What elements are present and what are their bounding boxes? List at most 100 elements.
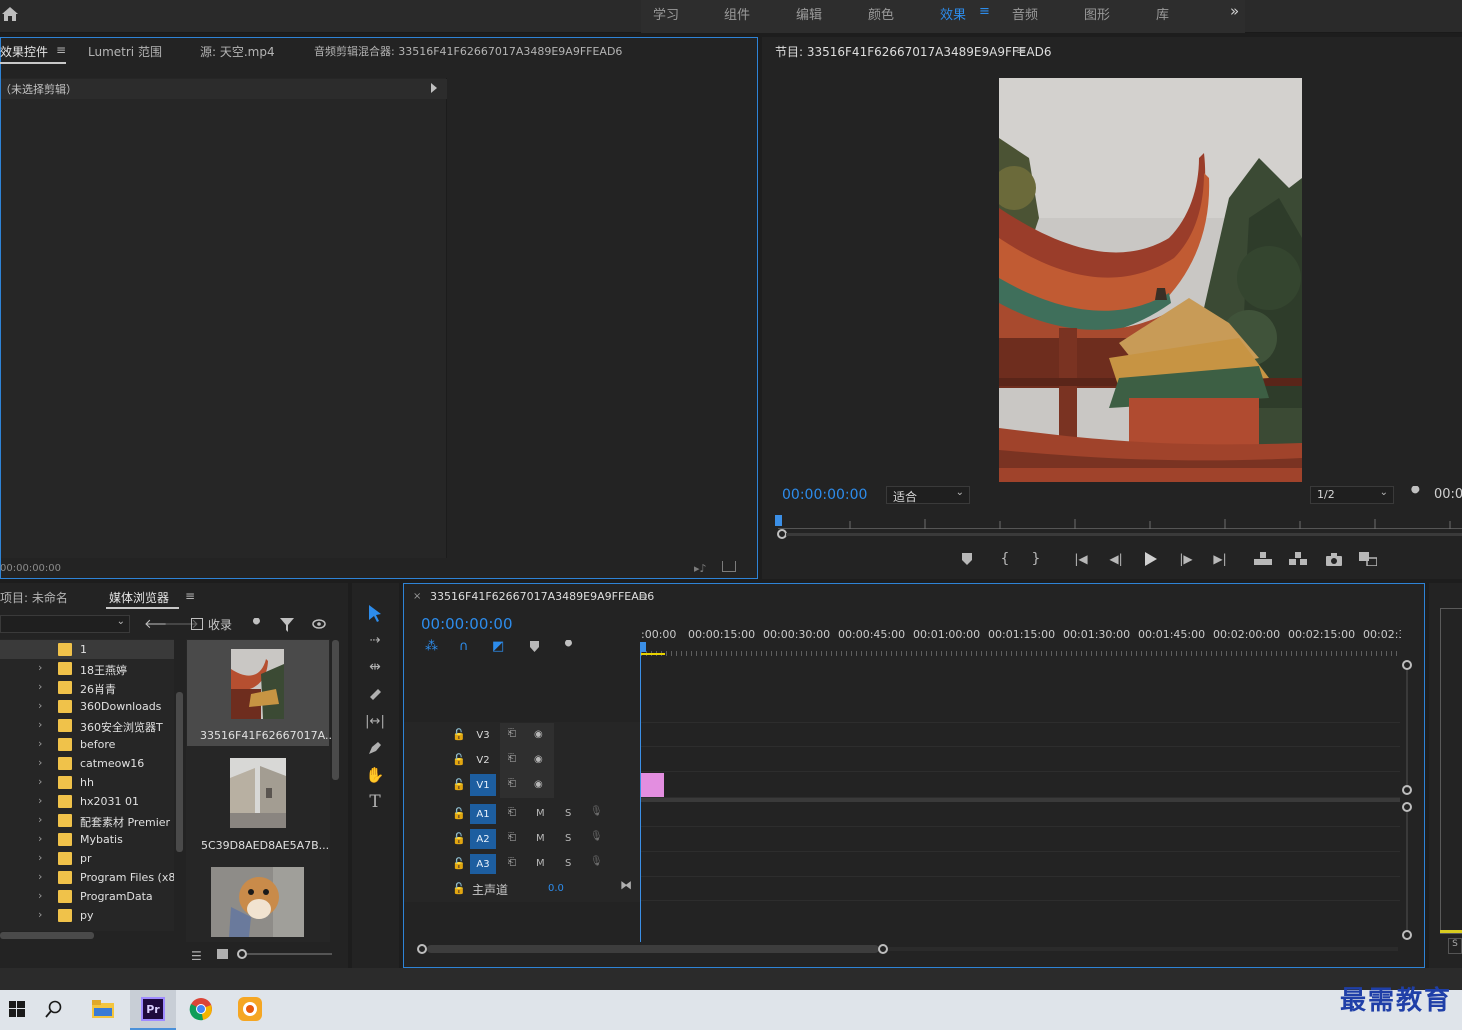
chevron-right-icon[interactable]: › [38, 737, 42, 750]
track-a3[interactable]: A3 [470, 854, 496, 874]
step-forward-icon[interactable]: |▶ [1177, 550, 1195, 568]
chevron-right-icon[interactable]: › [38, 813, 42, 826]
timeline-vscroll-audio-handle[interactable] [1402, 802, 1412, 812]
timeline-vscroll-top-handle[interactable] [1402, 660, 1412, 670]
go-to-in-icon[interactable]: |◀ [1072, 550, 1090, 568]
chevron-right-icon[interactable]: › [38, 870, 42, 883]
fit-select[interactable]: 适合 ⌄ [886, 486, 970, 504]
more-workspaces-icon[interactable]: » [1230, 2, 1239, 20]
tab-lumetri-scopes[interactable]: Lumetri 范围 [88, 43, 162, 60]
track-a1[interactable]: A1 [470, 804, 496, 824]
folder-row[interactable]: › pr [0, 849, 174, 868]
timeline-vscroll-track[interactable] [1406, 670, 1408, 788]
folder-row[interactable]: › 18王燕婷 [0, 659, 174, 678]
chevron-right-icon[interactable]: › [38, 908, 42, 921]
mute-button[interactable]: M [536, 858, 545, 869]
eye-icon[interactable]: ◉ [534, 729, 543, 740]
chevron-right-icon[interactable]: › [38, 832, 42, 845]
mute-button[interactable]: M [536, 808, 545, 819]
folder-row[interactable]: › 配套素材 Premier [0, 811, 174, 830]
mark-in-icon[interactable]: { [996, 550, 1014, 568]
zoom-slider-handle[interactable] [237, 949, 247, 959]
timeline-ruler-ticks[interactable] [641, 644, 1401, 656]
timeline-menu-icon[interactable]: ≡ [638, 590, 648, 604]
timeline-settings-icon[interactable] [562, 640, 576, 654]
tab-effect-controls[interactable]: 效果控件 [0, 43, 48, 60]
lift-icon[interactable] [1254, 550, 1272, 568]
camera-icon[interactable] [1325, 550, 1343, 568]
audio-lane-a1[interactable] [641, 802, 1400, 827]
tab-audio-clip-mixer[interactable]: 音频剪辑混合器: 33516F41F62667017A3489E9A9FFEAD… [314, 43, 622, 59]
tab-color[interactable]: 颜色 [868, 4, 894, 23]
track-a2[interactable]: A2 [470, 829, 496, 849]
path-dropdown[interactable]: ⌄ [0, 615, 130, 633]
file-explorer-icon[interactable] [86, 992, 120, 1026]
add-marker-icon[interactable] [958, 550, 976, 568]
thumbnail-item[interactable]: 5C39D8AED8AE5A7B... [187, 750, 329, 856]
chevron-right-icon[interactable]: › [38, 699, 42, 712]
folder-row[interactable]: › hh [0, 773, 174, 792]
mark-out-icon[interactable]: } [1027, 550, 1045, 568]
browser-app-icon[interactable] [233, 992, 267, 1026]
track-select-tool-icon[interactable]: ⇢ [364, 629, 386, 651]
export-icon[interactable] [722, 561, 736, 572]
track-v3[interactable]: V3 [470, 725, 496, 745]
program-menu-icon[interactable]: ≡ [1016, 43, 1026, 57]
timeline-vscroll-audio-track[interactable] [1406, 812, 1408, 930]
chevron-right-icon[interactable]: › [38, 851, 42, 864]
tab-source[interactable]: 源: 天空.mp4 [200, 43, 275, 60]
timeline-hscroll-left-handle[interactable] [417, 944, 427, 954]
folder-row[interactable]: › 360安全浏览器T [0, 716, 174, 735]
selection-tool-icon[interactable] [364, 602, 386, 624]
tab-effects[interactable]: 效果 [940, 4, 966, 23]
filter-icon[interactable] [280, 618, 294, 632]
list-view-icon[interactable]: ☰ [191, 949, 202, 963]
lock-icon[interactable]: 🔓 [452, 857, 466, 870]
filter-audio-icon[interactable]: ▸♪ [694, 562, 707, 575]
folder-row[interactable]: › hx2031 01 [0, 792, 174, 811]
ingest-checkbox[interactable] [191, 618, 203, 630]
tab-libraries[interactable]: 库 [1156, 4, 1169, 23]
compare-view-icon[interactable] [1359, 550, 1377, 568]
folder-row[interactable]: 1 [0, 640, 174, 659]
timeline-vscroll-bottom-handle[interactable] [1402, 930, 1412, 940]
track-v2[interactable]: V2 [470, 750, 496, 770]
audio-lane-a3[interactable] [641, 852, 1400, 877]
ripple-edit-tool-icon[interactable]: ⇹ [364, 656, 386, 678]
folder-row[interactable]: › py [0, 906, 174, 925]
add-marker-timeline-icon[interactable]: ◩ [492, 639, 504, 654]
tab-graphics[interactable]: 图形 [1084, 4, 1110, 23]
sync-lock-icon[interactable]: ⎗ [508, 857, 516, 868]
folder-row[interactable]: › ProgramData [0, 887, 174, 906]
close-icon[interactable]: × [413, 591, 421, 602]
sync-lock-icon[interactable]: ⎗ [508, 807, 516, 818]
program-playhead[interactable] [775, 515, 782, 526]
solo-button[interactable]: S [565, 858, 571, 869]
mute-button[interactable]: M [536, 833, 545, 844]
microphone-icon[interactable]: 🎙 [590, 856, 603, 867]
chrome-icon[interactable] [184, 992, 218, 1026]
lock-icon[interactable]: 🔓 [452, 778, 466, 791]
step-back-icon[interactable]: ◀| [1107, 550, 1125, 568]
track-v1[interactable]: V1 [470, 774, 496, 796]
sync-lock-icon[interactable]: ⎗ [508, 832, 516, 843]
lock-icon[interactable]: 🔓 [452, 807, 466, 820]
windows-start-icon[interactable] [0, 992, 34, 1026]
microphone-icon[interactable]: 🎙 [590, 831, 603, 842]
wrench-icon[interactable] [1408, 486, 1424, 502]
eye-icon[interactable]: ◉ [534, 779, 543, 790]
tree-scrollbar[interactable] [0, 932, 94, 939]
premiere-pro-icon[interactable]: Pr [130, 990, 176, 1030]
tab-learn[interactable]: 学习 [653, 4, 679, 23]
video-lane-v2[interactable] [641, 747, 1400, 772]
program-video-frame[interactable] [999, 78, 1302, 482]
folder-row[interactable]: › Program Files (x86 [0, 868, 174, 887]
lock-icon[interactable]: 🔓 [452, 832, 466, 845]
folder-row[interactable]: › Mybatis [0, 830, 174, 849]
tab-project[interactable]: 项目: 未命名 [0, 589, 68, 606]
go-to-end-icon[interactable]: ⧓ [620, 878, 632, 892]
master-volume-value[interactable]: 0.0 [548, 883, 564, 894]
chevron-right-icon[interactable]: › [38, 775, 42, 788]
program-ruler[interactable] [778, 513, 1462, 529]
timeline-sequence-tab[interactable]: 33516F41F62667017A3489E9A9FFEAD6 [430, 590, 654, 603]
